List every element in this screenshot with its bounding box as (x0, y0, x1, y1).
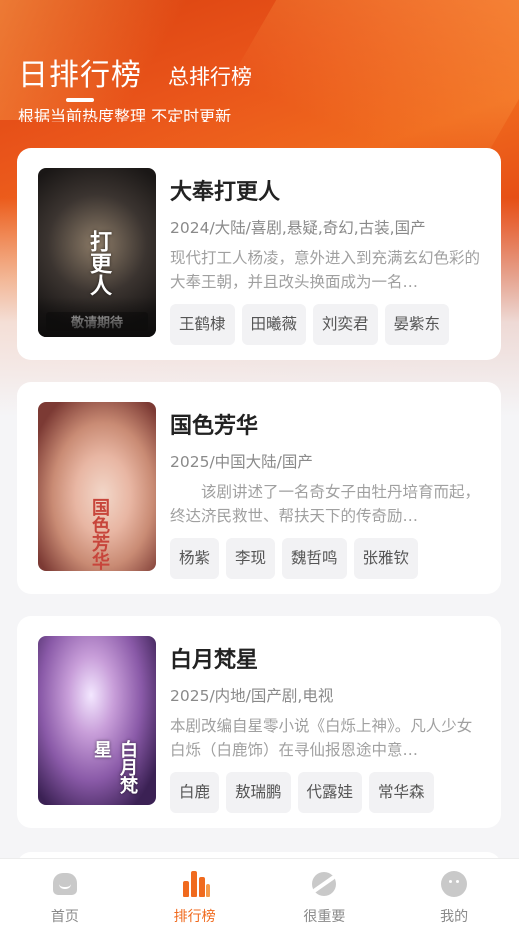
cast-chip[interactable]: 李现 (226, 538, 276, 579)
nav-label: 很重要 (303, 909, 346, 925)
drama-title[interactable]: 大奉打更人 (170, 174, 481, 205)
cast-chip[interactable]: 白鹿 (170, 772, 220, 813)
nav-label: 首页 (50, 909, 79, 925)
poster-tagline: 敬请期待 (46, 312, 148, 331)
drama-card[interactable]: 国色芳华 国色芳华 2025/中国大陆/国产 该剧讲述了一名奇女子由牡丹培育而起… (17, 382, 501, 594)
cast-chip[interactable]: 晏紫东 (384, 304, 450, 345)
planet-icon (309, 869, 339, 899)
cast-chip[interactable]: 敖瑞鹏 (226, 772, 291, 813)
drama-info: 白月梵星 2025/内地/国产剧,电视 本剧改编自星零小说《白烁上神》。凡人少女… (170, 636, 481, 813)
drama-meta: 2024/大陆/喜剧,悬疑,奇幻,古装,国产 (170, 219, 426, 237)
drama-meta: 2025/内地/国产剧,电视 (170, 687, 334, 705)
tab-total-ranking[interactable]: 总排行榜 (168, 61, 252, 91)
poster-title-text: 国色芳华 (89, 498, 110, 570)
drama-poster[interactable]: 国色芳华 (38, 402, 156, 571)
cast-chip[interactable]: 张雅钦 (353, 538, 419, 579)
nav-home[interactable]: 首页 (0, 859, 130, 931)
ranking-list: 打更人 敬请期待 大奉打更人 2024/大陆/喜剧,悬疑,奇幻,古装,国产 现代… (17, 148, 501, 850)
drama-info: 国色芳华 2025/中国大陆/国产 该剧讲述了一名奇女子由牡丹培育而起，终达济民… (170, 402, 481, 579)
drama-poster[interactable]: 打更人 敬请期待 (38, 168, 156, 337)
cast-chip[interactable]: 魏哲鸣 (282, 538, 347, 579)
nav-label: 排行榜 (173, 909, 216, 925)
nav-label: 我的 (440, 909, 469, 925)
cast-chip[interactable]: 常华森 (369, 772, 434, 813)
bar-chart-icon (180, 869, 210, 899)
drama-poster[interactable]: 白月梵星 (38, 636, 156, 805)
drama-description: 本剧改编自星零小说《白烁上神》。凡人少女白烁（白鹿饰）在寻仙报恩途中意… (170, 717, 473, 759)
drama-meta: 2025/中国大陆/国产 (170, 453, 313, 471)
home-icon (50, 869, 80, 899)
cast-chip[interactable]: 杨紫 (170, 538, 220, 579)
nav-ranking[interactable]: 排行榜 (130, 859, 260, 931)
nav-profile[interactable]: 我的 (389, 859, 519, 931)
drama-card[interactable]: 白月梵星 白月梵星 2025/内地/国产剧,电视 本剧改编自星零小说《白烁上神》… (17, 616, 501, 828)
poster-title-text: 白月梵星 (91, 740, 138, 794)
ranking-tabs: 日排行榜 总排行榜 (18, 50, 252, 94)
cast-list: 白鹿 敖瑞鹏 代露娃 常华森 (170, 772, 481, 813)
tab-daily-ranking[interactable]: 日排行榜 (18, 50, 142, 94)
drama-description: 现代打工人杨凌，意外进入到充满玄幻色彩的大奉王朝，并且改头换面成为一名… (170, 249, 481, 291)
nav-important[interactable]: 很重要 (260, 859, 390, 931)
ranking-page: 日排行榜 总排行榜 根据当前热度整理 不定时更新 打更人 敬请期待 大奉打更人 … (0, 0, 519, 931)
face-icon (439, 869, 469, 899)
cast-chip[interactable]: 代露娃 (297, 772, 363, 813)
drama-card[interactable]: 打更人 敬请期待 大奉打更人 2024/大陆/喜剧,悬疑,奇幻,古装,国产 现代… (17, 148, 501, 360)
drama-info: 大奉打更人 2024/大陆/喜剧,悬疑,奇幻,古装,国产 现代打工人杨凌，意外进… (170, 168, 481, 345)
cast-list: 杨紫 李现 魏哲鸣 张雅钦 (170, 538, 481, 579)
cast-list: 王鹤棣 田曦薇 刘奕君 晏紫东 (170, 304, 481, 345)
cast-chip[interactable]: 田曦薇 (241, 304, 307, 345)
poster-title-text: 打更人 (86, 230, 111, 296)
bottom-navigation: 首页 排行榜 很重要 我的 (0, 858, 519, 931)
drama-title[interactable]: 国色芳华 (170, 408, 481, 439)
cast-chip[interactable]: 刘奕君 (313, 304, 378, 345)
active-tab-indicator (66, 98, 94, 102)
drama-title[interactable]: 白月梵星 (170, 642, 481, 673)
ranking-subtitle: 根据当前热度整理 不定时更新 (18, 107, 232, 122)
drama-description: 该剧讲述了一名奇女子由牡丹培育而起，终达济民救世、帮扶天下的传奇励… (170, 483, 481, 525)
cast-chip[interactable]: 王鹤棣 (170, 304, 235, 345)
